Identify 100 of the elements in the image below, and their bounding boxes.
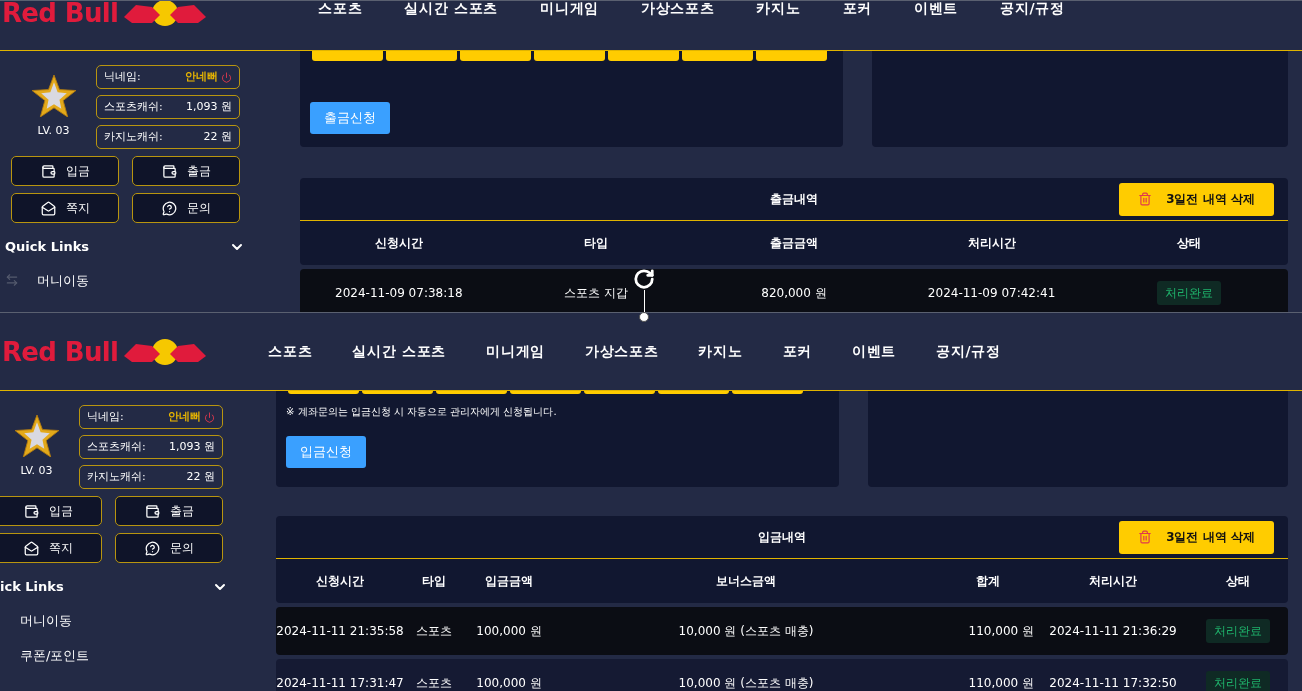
wallet-icon bbox=[40, 163, 56, 179]
envelope-icon bbox=[40, 200, 56, 216]
amount-button[interactable] bbox=[732, 391, 803, 394]
column-header: 입금금액 bbox=[484, 573, 534, 590]
column-header: 타입 bbox=[421, 573, 447, 590]
bull-logo-icon bbox=[122, 1, 209, 29]
table-cell-text: 2024-11-11 17:32:50 bbox=[1048, 675, 1178, 691]
delete-history-button[interactable]: 3일전 내역 삭제 bbox=[1119, 520, 1274, 554]
table-cell-text: 스포츠 bbox=[415, 675, 453, 691]
quick-link[interactable]: 머니이동 bbox=[20, 610, 72, 630]
quick-link[interactable]: 쿠폰/포인트 bbox=[20, 646, 90, 666]
table-title: 입금내역 bbox=[758, 529, 806, 546]
wallet-icon bbox=[161, 163, 177, 179]
sidebar-button[interactable]: 쪽지 bbox=[11, 193, 119, 223]
table-title: 출금내역 bbox=[770, 191, 818, 208]
quick-link[interactable]: 머니이동 bbox=[37, 270, 89, 290]
table-cell-text: 2024-11-09 07:38:18 bbox=[334, 285, 464, 302]
nav-link[interactable]: 이벤트 bbox=[914, 1, 959, 19]
nav-link[interactable]: 스포츠 bbox=[268, 341, 313, 362]
sidebar-button[interactable]: 쪽지 bbox=[0, 533, 102, 563]
column-header: 상태 bbox=[1176, 235, 1203, 252]
nav-link[interactable]: 카지노 bbox=[756, 1, 801, 19]
notice-text: ※ 계좌문의는 입금신청 시 자동으로 관리자에게 신청됩니다. bbox=[286, 405, 558, 419]
table-cell-text: 100,000 원 bbox=[475, 623, 543, 640]
sidebar-button[interactable]: 입금 bbox=[11, 156, 119, 186]
table-cell-text: 10,000 원 (스포츠 매충) bbox=[677, 675, 815, 691]
table-cell-text: 820,000 원 bbox=[760, 285, 828, 302]
rotate-handle-icon[interactable] bbox=[633, 268, 655, 290]
amount-button[interactable] bbox=[436, 391, 507, 394]
column-header: 처리시간 bbox=[1088, 573, 1138, 590]
amount-button[interactable] bbox=[658, 391, 729, 394]
nav-link[interactable]: 카지노 bbox=[698, 341, 743, 362]
amount-button[interactable] bbox=[362, 391, 433, 394]
question-icon bbox=[161, 200, 177, 216]
table-cell-text: 스포츠 bbox=[415, 623, 453, 640]
column-header: 보너스금액 bbox=[715, 573, 777, 590]
nav-link[interactable]: 미니게임 bbox=[540, 1, 599, 19]
nickname-value: 안네뻐 bbox=[168, 408, 201, 425]
table-cell-text: 110,000 원 bbox=[967, 675, 1035, 691]
column-header: 처리시간 bbox=[966, 235, 1017, 252]
info-value: 1,093 원 bbox=[169, 438, 215, 455]
nickname-value: 안네뻐 bbox=[185, 68, 218, 85]
nav-link[interactable]: 공지/규정 bbox=[1000, 1, 1065, 19]
envelope-icon bbox=[23, 540, 39, 556]
table-cell-text: 2024-11-11 17:31:47 bbox=[276, 675, 404, 691]
nav-link[interactable]: 가상스포츠 bbox=[641, 1, 715, 19]
column-header: 합계 bbox=[975, 573, 1001, 590]
crop-handle[interactable] bbox=[639, 312, 649, 322]
status-badge: 처리완료 bbox=[1206, 671, 1270, 691]
table-cell-text: 2024-11-11 21:35:58 bbox=[276, 623, 404, 640]
nav-link[interactable]: 포커 bbox=[842, 1, 872, 19]
nav-link[interactable]: 미니게임 bbox=[486, 341, 545, 362]
table-cell-text: 110,000 원 bbox=[967, 623, 1035, 640]
column-header: 신청시간 bbox=[315, 573, 365, 590]
status-badge: 처리완료 bbox=[1157, 281, 1222, 305]
info-label: 카지노캐쉬: bbox=[104, 128, 163, 145]
nav-link[interactable]: 포커 bbox=[782, 341, 812, 362]
logo-text: Red Bull bbox=[2, 338, 119, 365]
sidebar-button[interactable]: 입금 bbox=[0, 496, 102, 526]
nav-link[interactable]: 가상스포츠 bbox=[585, 341, 659, 362]
level-label: LV. 03 bbox=[20, 463, 53, 479]
info-label: 닉네임: bbox=[104, 68, 141, 85]
status-badge: 처리완료 bbox=[1206, 619, 1270, 643]
column-header: 신청시간 bbox=[373, 235, 424, 252]
info-value: 1,093 원 bbox=[186, 98, 232, 115]
info-label: 카지노캐쉬: bbox=[87, 468, 146, 485]
logo-text: Red Bull bbox=[2, 1, 119, 26]
table-cell-text: 100,000 원 bbox=[475, 675, 543, 691]
sidebar-button[interactable]: 출금 bbox=[132, 156, 240, 186]
table-cell-text: 2024-11-11 21:36:29 bbox=[1048, 623, 1178, 640]
power-icon[interactable] bbox=[221, 71, 232, 83]
trash-icon bbox=[1138, 530, 1153, 544]
nav-link[interactable]: 이벤트 bbox=[852, 341, 897, 362]
nav-link[interactable]: 실시간 스포츠 bbox=[352, 341, 447, 362]
info-value: 22 원 bbox=[203, 128, 232, 145]
power-icon[interactable] bbox=[204, 411, 215, 423]
delete-history-button[interactable]: 3일전 내역 삭제 bbox=[1119, 182, 1274, 216]
quick-links-title: Quick Links bbox=[5, 238, 90, 256]
amount-button[interactable] bbox=[584, 391, 655, 394]
nav-link[interactable]: 스포츠 bbox=[318, 1, 363, 19]
quick-links-title: ick Links bbox=[0, 578, 64, 596]
info-value: 22 원 bbox=[186, 468, 215, 485]
table-cell-text: 10,000 원 (스포츠 매충) bbox=[677, 623, 815, 640]
question-icon bbox=[144, 540, 160, 556]
nav-link[interactable]: 실시간 스포츠 bbox=[404, 1, 499, 19]
column-header: 타입 bbox=[583, 235, 610, 252]
sidebar-button[interactable]: 문의 bbox=[132, 193, 240, 223]
column-header: 출금금액 bbox=[769, 235, 819, 252]
level-label: LV. 03 bbox=[37, 123, 70, 139]
sidebar-button[interactable]: 문의 bbox=[115, 533, 223, 563]
wallet-icon bbox=[144, 503, 160, 519]
wallet-icon bbox=[23, 503, 39, 519]
sidebar-button[interactable]: 출금 bbox=[115, 496, 223, 526]
amount-button[interactable] bbox=[510, 391, 581, 394]
nav-link[interactable]: 공지/규정 bbox=[936, 341, 1001, 362]
column-header: 상태 bbox=[1225, 573, 1251, 590]
amount-button[interactable] bbox=[288, 391, 359, 394]
star-icon bbox=[14, 415, 59, 457]
table-cell-text: 스포츠 지갑 bbox=[563, 285, 630, 302]
info-label: 닉네임: bbox=[87, 408, 124, 425]
